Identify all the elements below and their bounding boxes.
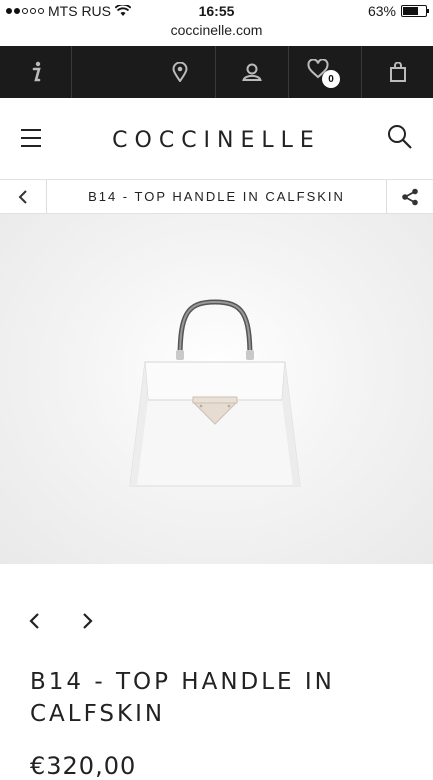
product-image-area[interactable] <box>0 214 433 564</box>
battery-icon <box>401 5 429 17</box>
breadcrumb-bar: B14 - TOP HANDLE IN CALFSKIN <box>0 180 433 214</box>
status-bar: MTS RUS 16:55 63% <box>0 0 433 22</box>
product-price: €320,00 <box>30 752 137 780</box>
top-nav-bar: 0 <box>0 46 433 98</box>
status-right: 63% <box>367 3 429 19</box>
carousel-nav <box>28 612 94 630</box>
brand-logo[interactable]: COCCINELLE <box>0 128 433 153</box>
previous-image-button[interactable] <box>28 612 40 630</box>
info-icon <box>32 61 41 82</box>
cart-button[interactable] <box>362 46 433 98</box>
share-button[interactable] <box>386 180 433 214</box>
wishlist-count-badge: 0 <box>322 70 340 88</box>
store-locator-button[interactable] <box>144 46 215 98</box>
chevron-left-icon <box>18 190 27 204</box>
breadcrumb-title: B14 - TOP HANDLE IN CALFSKIN <box>88 189 345 204</box>
user-icon <box>242 63 262 81</box>
info-button[interactable] <box>0 46 71 98</box>
site-header: COCCINELLE <box>0 98 433 180</box>
url-bar[interactable]: coccinelle.com <box>0 22 433 44</box>
battery-percent: 63% <box>367 3 396 19</box>
account-button[interactable] <box>216 46 288 98</box>
search-icon[interactable] <box>387 124 413 150</box>
shopping-bag-icon <box>389 62 406 82</box>
product-title: B14 - TOP HANDLE IN CALFSKIN <box>30 669 335 727</box>
back-button[interactable] <box>0 180 47 214</box>
share-icon <box>402 188 418 206</box>
location-pin-icon <box>171 62 188 82</box>
next-image-button[interactable] <box>82 612 94 630</box>
handbag-image <box>129 299 301 487</box>
